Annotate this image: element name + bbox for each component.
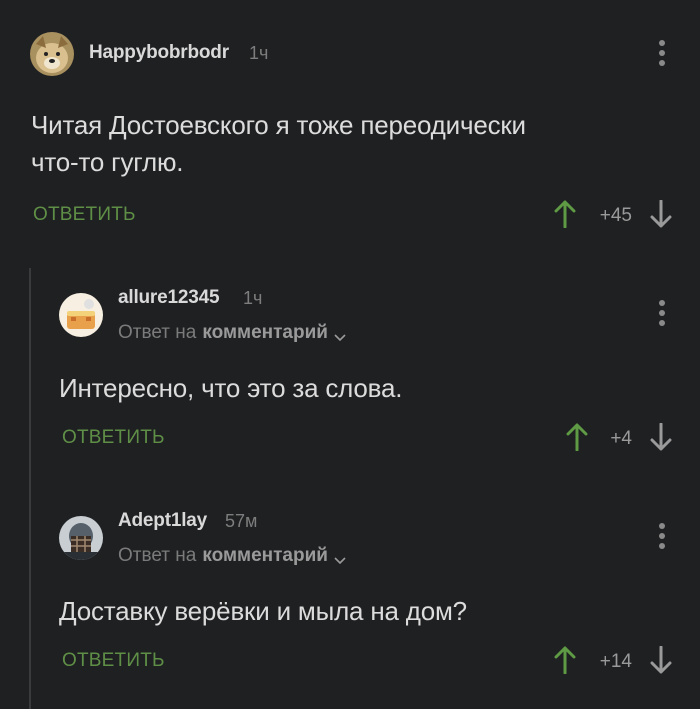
comment-time: 57м bbox=[225, 511, 258, 531]
comment-username[interactable]: allure12345 bbox=[118, 287, 220, 309]
more-menu-icon[interactable] bbox=[654, 521, 670, 551]
reply-to-target[interactable]: комментарий bbox=[202, 545, 328, 567]
cake-avatar-icon[interactable] bbox=[59, 293, 103, 337]
comment-text-line: Читая Достоевского я тоже переодически bbox=[31, 110, 526, 140]
more-menu-icon[interactable] bbox=[654, 298, 670, 328]
reply-button[interactable]: ОТВЕТИТЬ bbox=[62, 650, 165, 672]
chevron-down-icon[interactable] bbox=[334, 327, 346, 342]
thread-line-level1 bbox=[29, 268, 31, 709]
comment-username[interactable]: Happybobrbodr bbox=[89, 42, 229, 64]
rating-count: +45 bbox=[599, 205, 632, 226]
comment-text: Читая Достоевского я тоже переодически ч… bbox=[31, 107, 526, 181]
reply-to-link[interactable]: Ответ на комментарий bbox=[118, 322, 346, 344]
downvote-arrow-icon[interactable] bbox=[650, 199, 672, 228]
comment-text-line: что-то гуглю. bbox=[31, 147, 184, 177]
reply-to-prefix: Ответ на bbox=[118, 545, 197, 566]
comment-time: 1ч bbox=[243, 288, 263, 308]
chevron-down-icon[interactable] bbox=[334, 550, 346, 565]
dog-avatar-icon[interactable] bbox=[30, 32, 74, 76]
comment-text: Интересно, что это за слова. bbox=[59, 373, 403, 403]
comment-username[interactable]: Adept1lay bbox=[118, 510, 207, 532]
reply-button[interactable]: ОТВЕТИТЬ bbox=[33, 204, 136, 226]
more-menu-icon[interactable] bbox=[654, 38, 670, 68]
reply-to-prefix: Ответ на bbox=[118, 322, 197, 343]
reply-to-target[interactable]: комментарий bbox=[202, 322, 328, 344]
rating-count: +14 bbox=[599, 651, 632, 672]
upvote-arrow-icon[interactable] bbox=[554, 646, 576, 675]
reply-button[interactable]: ОТВЕТИТЬ bbox=[62, 427, 165, 449]
downvote-arrow-icon[interactable] bbox=[650, 645, 672, 674]
downvote-arrow-icon[interactable] bbox=[650, 422, 672, 451]
comment-text: Доставку верёвки и мыла на дом? bbox=[59, 596, 467, 626]
person-avatar-icon[interactable] bbox=[59, 516, 103, 560]
rating-count: +4 bbox=[610, 428, 632, 449]
comment-time: 1ч bbox=[249, 43, 269, 63]
upvote-arrow-icon[interactable] bbox=[554, 200, 576, 229]
reply-to-link[interactable]: Ответ на комментарий bbox=[118, 545, 346, 567]
